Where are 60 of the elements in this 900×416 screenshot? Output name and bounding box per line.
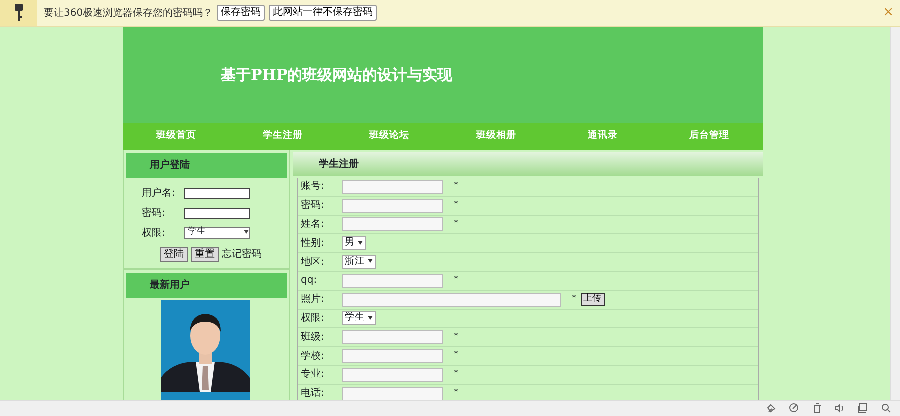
field-label: 电话:	[300, 386, 326, 400]
panel-title: 最新用户	[150, 278, 190, 293]
section-title: 学生注册	[319, 157, 359, 172]
field-label: 账号:	[300, 180, 326, 194]
required-mark: *	[454, 274, 458, 288]
field-label: 姓名:	[300, 218, 326, 232]
required-mark: *	[454, 218, 458, 231]
scrollbar[interactable]	[890, 27, 900, 400]
field-label: 性别:	[300, 236, 326, 251]
required-mark: *	[454, 349, 458, 362]
select-field[interactable]: 学生	[342, 311, 376, 326]
input-field[interactable]	[342, 198, 443, 213]
field-label: 专业:	[300, 368, 326, 382]
input-field[interactable]	[342, 180, 443, 194]
caret-icon	[368, 259, 373, 264]
input-field[interactable]	[342, 330, 443, 344]
role-select[interactable]: 学生	[184, 227, 250, 239]
field-label: 地区:	[300, 256, 326, 270]
prompt-button[interactable]: 保存密码	[217, 5, 266, 21]
required-mark: *	[572, 292, 576, 306]
input-field[interactable]	[342, 386, 443, 400]
caret-icon	[244, 230, 249, 234]
save-password-prompt: 要让360极速浏览器保存您的密码吗？	[44, 6, 214, 20]
required-mark: *	[454, 198, 458, 212]
field-label: 密码:	[300, 198, 326, 214]
select-field[interactable]: 男	[342, 236, 366, 250]
input-field[interactable]	[342, 292, 561, 307]
field-label: qq:	[300, 274, 318, 288]
upload-button[interactable]: 上传	[580, 293, 604, 306]
field-label: 学校:	[300, 350, 326, 364]
field-label: 班级:	[300, 330, 326, 345]
required-mark: *	[454, 368, 458, 382]
field-label: 权限:	[142, 226, 166, 240]
forgot-password-link[interactable]: 忘记密码	[222, 246, 262, 262]
required-mark: *	[454, 386, 458, 400]
required-mark: *	[454, 180, 458, 194]
panel-title: 用户登陆	[150, 158, 190, 173]
speaker-icon[interactable]	[835, 403, 846, 414]
key-icon	[14, 4, 24, 22]
input-field[interactable]	[342, 274, 443, 288]
caret-icon	[368, 316, 373, 320]
window-icon[interactable]	[858, 403, 869, 414]
input-field[interactable]	[342, 368, 443, 382]
form-button[interactable]: 登陆	[160, 246, 188, 262]
search-icon[interactable]	[881, 403, 892, 414]
field-label: 照片:	[300, 292, 326, 308]
field-label: 用户名:	[142, 186, 176, 200]
field-label: 密码:	[142, 206, 166, 220]
caret-icon	[358, 240, 363, 245]
input-field[interactable]	[184, 188, 250, 198]
prompt-button[interactable]: 此网站一律不保存密码	[269, 5, 378, 21]
input-field[interactable]	[342, 349, 443, 364]
required-mark: *	[454, 330, 458, 344]
trash-icon[interactable]	[812, 403, 823, 414]
site-title: 基于PHP的班级网站的设计与实现	[221, 64, 453, 86]
form-button[interactable]: 重置	[191, 246, 219, 262]
input-field[interactable]	[342, 217, 443, 232]
input-field[interactable]	[184, 208, 250, 218]
field-label: 权限:	[300, 312, 326, 326]
select-field[interactable]: 浙江	[342, 255, 376, 270]
